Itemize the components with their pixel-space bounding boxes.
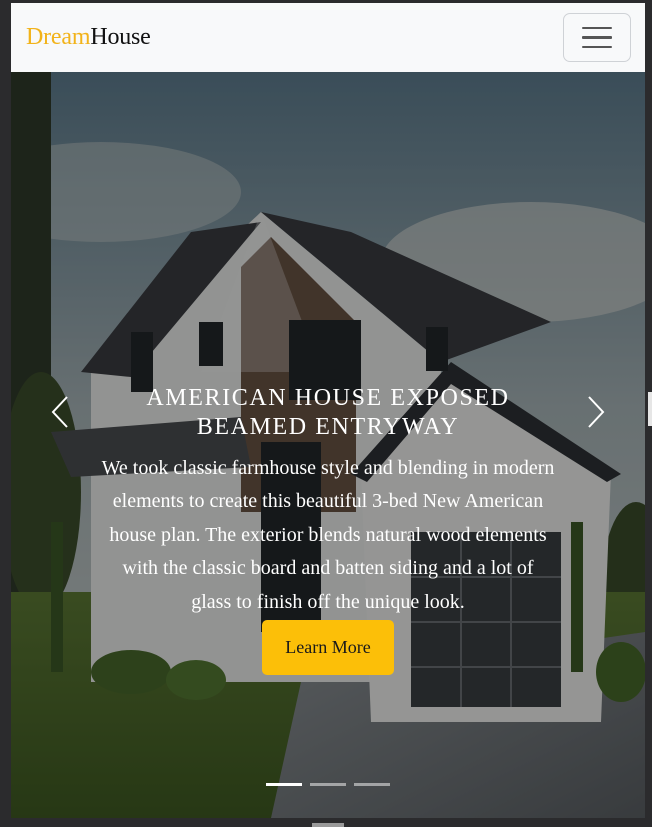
learn-more-button[interactable]: Learn More bbox=[262, 620, 394, 676]
carousel-indicator-1[interactable] bbox=[266, 783, 302, 786]
navbar: DreamHouse bbox=[11, 3, 645, 72]
hamburger-menu-icon bbox=[582, 26, 612, 30]
slide-description: We took classic farmhouse style and blen… bbox=[101, 457, 555, 613]
navbar-toggler-button[interactable] bbox=[563, 13, 631, 62]
window-edge bbox=[648, 392, 652, 426]
brand-dream: Dream bbox=[26, 24, 91, 50]
carousel-prev-button[interactable] bbox=[40, 390, 80, 434]
carousel-indicator-2[interactable] bbox=[310, 783, 346, 786]
brand-logo[interactable]: DreamHouse bbox=[26, 24, 151, 51]
scroll-handle bbox=[312, 823, 344, 827]
hamburger-menu-icon-line bbox=[582, 36, 612, 39]
carousel-next-button[interactable] bbox=[576, 390, 616, 434]
carousel-caption: AMERICAN HOUSE EXPOSED BEAMED ENTRYWAY W… bbox=[101, 384, 555, 676]
chevron-left-icon bbox=[51, 396, 68, 428]
chevron-right-icon bbox=[588, 396, 605, 428]
carousel-indicator-3[interactable] bbox=[354, 783, 390, 786]
carousel-indicators bbox=[11, 783, 645, 786]
hero-carousel: AMERICAN HOUSE EXPOSED BEAMED ENTRYWAY W… bbox=[11, 72, 645, 818]
slide-title: AMERICAN HOUSE EXPOSED BEAMED ENTRYWAY bbox=[146, 385, 510, 440]
hamburger-menu-icon-line bbox=[582, 45, 612, 49]
brand-house: House bbox=[90, 24, 151, 50]
